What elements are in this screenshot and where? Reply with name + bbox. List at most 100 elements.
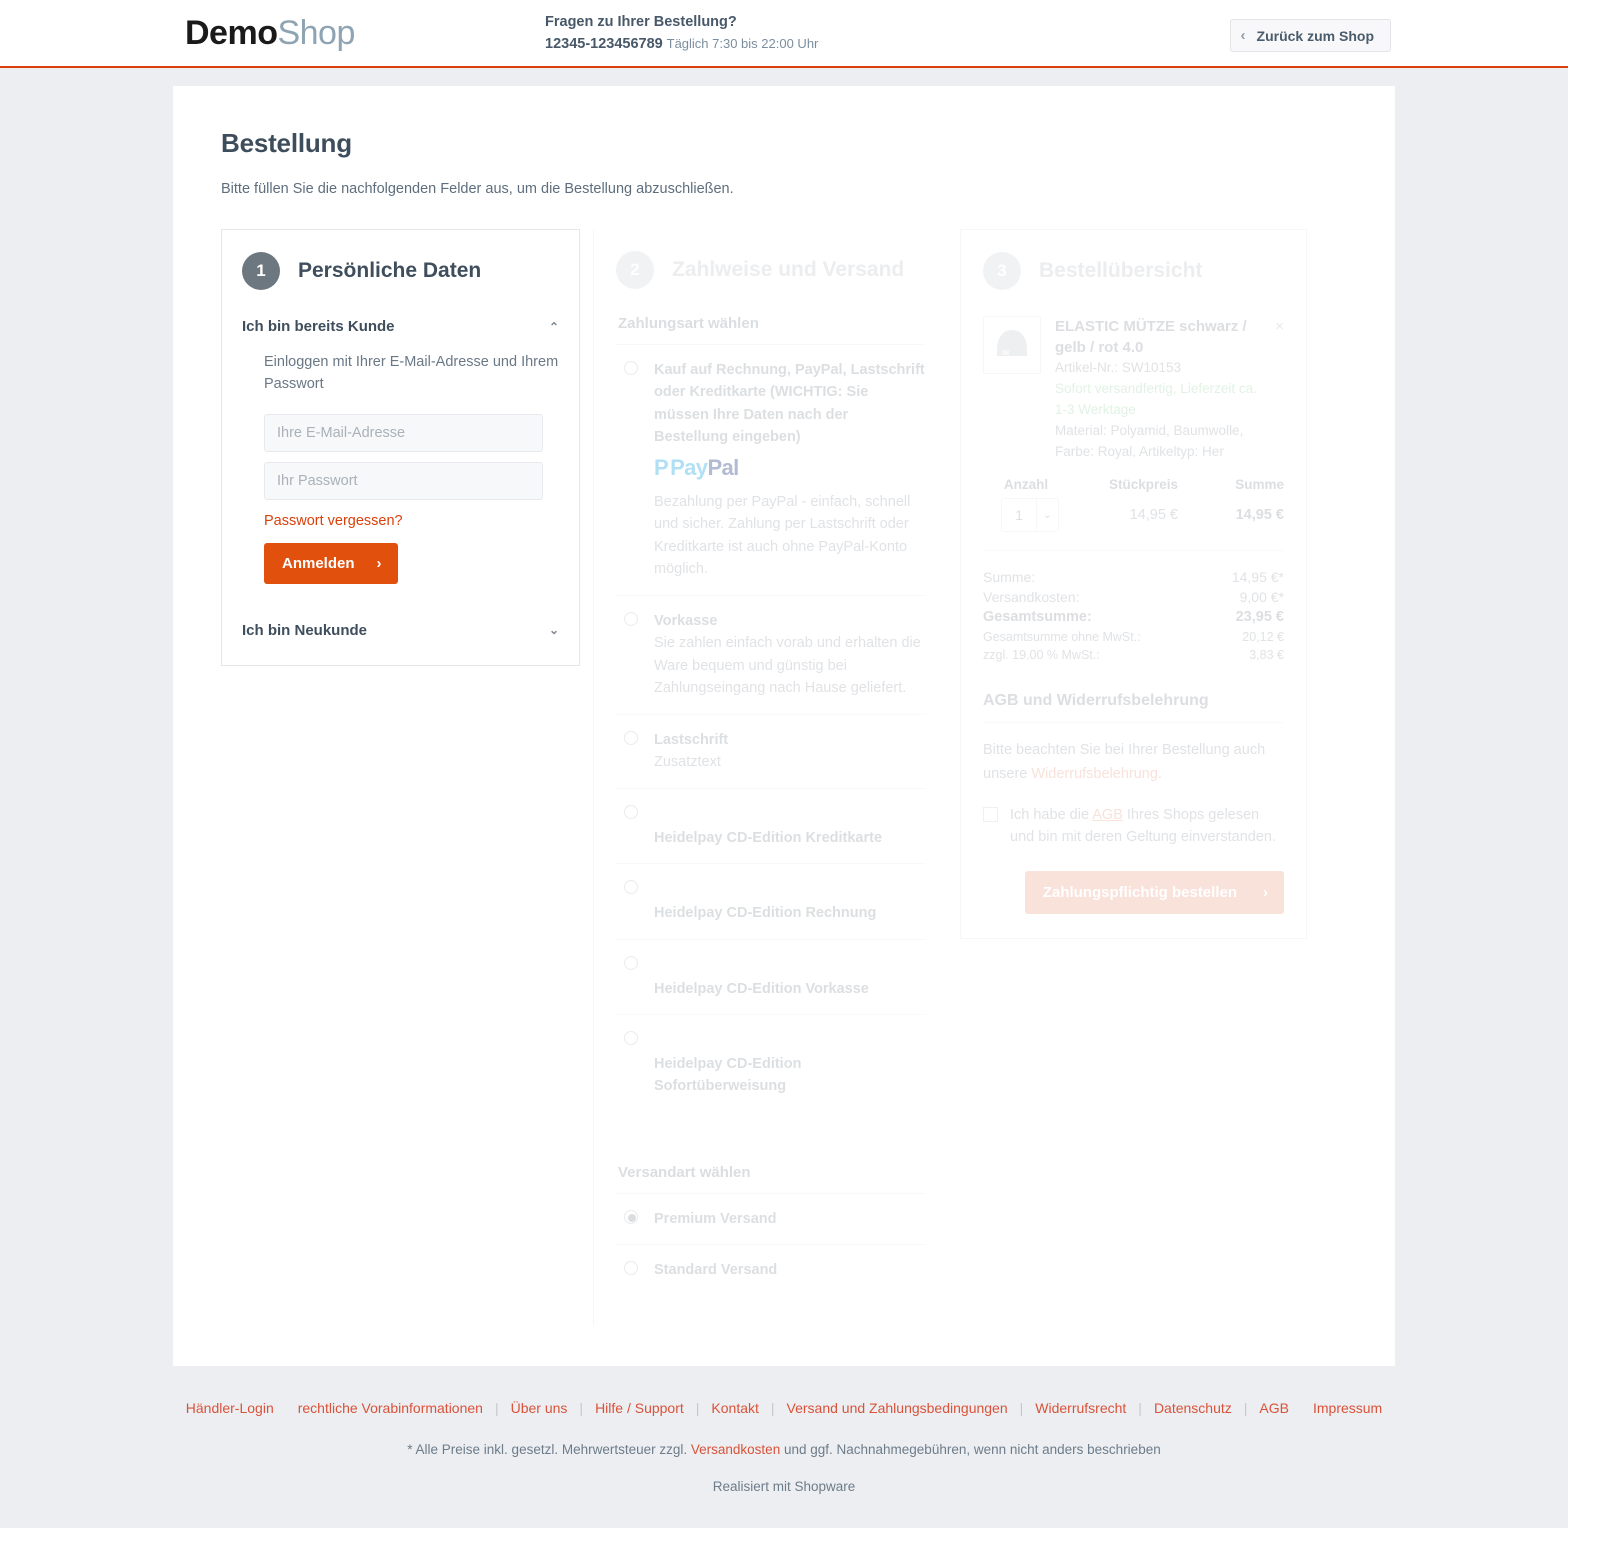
agb-text-after: . [1157, 765, 1162, 782]
site-logo[interactable]: DemoShop [185, 12, 355, 54]
footer-link[interactable]: Über uns [499, 1400, 580, 1416]
step2-number: 2 [616, 251, 654, 289]
payment-method-option[interactable]: Heidelpay CD-Edition Rechnung [616, 864, 926, 940]
payment-method-body: Lastschrift Zusatztext [654, 729, 728, 774]
payment-method-description: Bezahlung per PayPal - einfach, schnell … [654, 493, 911, 578]
payment-method-option[interactable]: Heidelpay CD-Edition Kreditkarte [616, 789, 926, 865]
payment-method-list: Kauf auf Rechnung, PayPal, Lastschrift o… [616, 345, 926, 1112]
header-contact: Fragen zu Ihrer Bestellung? 12345-123456… [545, 12, 818, 55]
total-value: 14,95 €* [1231, 568, 1284, 585]
agb-checkbox[interactable] [983, 806, 998, 822]
footer-link[interactable]: AGB [1247, 1400, 1301, 1416]
password-field[interactable] [264, 461, 543, 500]
content-background: Bestellung Bitte füllen Sie die nachfolg… [0, 68, 1568, 1366]
payment-method-option[interactable]: Heidelpay CD-Edition Sofortüberweisung [616, 1015, 926, 1112]
payment-method-label: Heidelpay CD-Edition Sofortüberweisung [654, 1055, 802, 1095]
product-name[interactable]: ELASTIC MÜTZE schwarz / gelb / rot 4.0 [1055, 316, 1266, 358]
radio-icon[interactable] [624, 804, 638, 819]
agb-checkbox-row[interactable]: Ich habe die AGB Ihres Shops gelesen und… [983, 804, 1284, 849]
radio-icon[interactable] [624, 1261, 638, 1276]
footer-link[interactable]: Kontakt [699, 1400, 770, 1416]
footer-link[interactable]: Widerrufsrecht [1023, 1400, 1138, 1416]
agb-text: Bitte beachten Sie bei Ihrer Bestellung … [983, 739, 1284, 785]
beanie-icon [997, 330, 1027, 356]
step2-header: 2 Zahlweise und Versand [616, 251, 926, 289]
shipping-method-list: Premium Versand Standard Versand [616, 1194, 926, 1296]
paypal-logo-pal: Pal [707, 454, 739, 480]
shipping-method-option[interactable]: Standard Versand [616, 1245, 926, 1295]
cell-sum: 14,95 € [1235, 506, 1284, 523]
basket-table-header: Anzahl Stückpreis Summe [983, 477, 1284, 492]
accordion-new-customer[interactable]: Ich bin Neukunde ⌄ [242, 584, 559, 639]
accordion-existing-customer[interactable]: Ich bin bereits Kunde ⌃ [242, 316, 559, 351]
login-button[interactable]: Anmelden › [264, 542, 398, 584]
checkout-panel: Bestellung Bitte füllen Sie die nachfolg… [173, 86, 1395, 1366]
step1-title: Persönliche Daten [298, 259, 482, 282]
login-button-label: Anmelden [282, 554, 355, 572]
payment-method-body: Heidelpay CD-Edition Rechnung [654, 878, 876, 924]
quantity-select[interactable]: 1 ⌄ [1001, 497, 1059, 532]
payment-method-option[interactable]: Lastschrift Zusatztext [616, 715, 926, 789]
radio-icon[interactable] [624, 955, 638, 970]
product-attributes: Material: Polyamid, Baumwolle, Farbe: Ro… [1055, 422, 1244, 459]
radio-icon[interactable] [624, 1030, 638, 1045]
place-order-button[interactable]: Zahlungspflichtig bestellen › [1024, 870, 1284, 914]
radio-icon[interactable] [624, 880, 638, 895]
site-header: DemoShop Fragen zu Ihrer Bestellung? 123… [0, 0, 1568, 68]
radio-icon[interactable] [624, 361, 638, 375]
shipping-method-label: Standard Versand [654, 1262, 778, 1279]
back-to-shop-button[interactable]: ‹ Zurück zum Shop [1229, 19, 1391, 52]
agb-link[interactable]: AGB [1092, 807, 1123, 823]
order-button-wrap: Zahlungspflichtig bestellen › [983, 870, 1284, 914]
product-thumbnail[interactable] [983, 316, 1041, 374]
personal-data-card: 1 Persönliche Daten Ich bin bereits Kund… [221, 229, 580, 666]
footer-realized-by: Realisiert mit Shopware [712, 1478, 856, 1494]
page-title: Bestellung [221, 128, 352, 158]
total-label: Gesamtsumme ohne MwSt.: [983, 630, 1141, 645]
widerrufsbelehrung-link[interactable]: Widerrufsbelehrung [1031, 766, 1158, 782]
footer-link[interactable]: Impressum [1301, 1400, 1394, 1416]
order-totals: Summe: 14,95 €* Versandkosten: 9,00 €* Gesam… [983, 549, 1284, 665]
footer-link[interactable]: rechtliche Vorabinformationen [286, 1400, 495, 1416]
total-label: Versandkosten: [983, 588, 1080, 605]
payment-method-label: Kauf auf Rechnung, PayPal, Lastschrift o… [654, 362, 925, 446]
payment-method-option[interactable]: Heidelpay CD-Edition Vorkasse [616, 940, 926, 1015]
chevron-down-icon: ⌄ [548, 623, 559, 638]
forgot-password-link[interactable]: Passwort vergessen? [264, 513, 403, 529]
footer-link[interactable]: Händler-Login [174, 1400, 286, 1416]
payment-method-option[interactable]: Vorkasse Sie zahlen einfach vorab und erh… [616, 596, 926, 715]
back-to-shop-label: Zurück zum Shop [1256, 27, 1374, 44]
chevron-right-icon: › [376, 554, 382, 572]
radio-icon[interactable] [624, 611, 638, 626]
total-label: zzgl. 19.00 % MwSt.: [983, 648, 1100, 663]
footer-link[interactable]: Versand und Zahlungsbedingungen [775, 1400, 1020, 1416]
accordion-existing-customer-label: Ich bin bereits Kunde [242, 318, 395, 335]
logo-shop-text: Shop [277, 14, 355, 52]
email-field[interactable] [264, 413, 543, 452]
logo-demo-text: Demo [185, 14, 278, 52]
login-form: Einloggen mit Ihrer E-Mail-Adresse und I… [242, 351, 559, 584]
shipping-method-option[interactable]: Premium Versand [616, 1194, 926, 1246]
contact-question: Fragen zu Ihrer Bestellung? [545, 14, 737, 30]
order-summary-card: 3 Bestellübersicht ELASTIC MÜTZE schwarz… [960, 229, 1307, 939]
header-quantity: Anzahl [1003, 476, 1049, 492]
footer-link[interactable]: Hilfe / Support [583, 1400, 696, 1416]
step3-title: Bestellübersicht [1039, 259, 1203, 282]
total-value: 20,12 € [1242, 630, 1284, 645]
payment-shipping-card: 2 Zahlweise und Versand Zahlungsart wähl… [593, 229, 948, 1326]
shipping-costs-link[interactable]: Versandkosten [691, 1442, 780, 1457]
radio-icon[interactable] [624, 1209, 638, 1224]
step3-header: 3 Bestellübersicht [983, 252, 1284, 290]
column-payment-shipping: 2 Zahlweise und Versand Zahlungsart wähl… [593, 229, 948, 1326]
payment-method-option[interactable]: Kauf auf Rechnung, PayPal, Lastschrift o… [616, 345, 926, 596]
cell-unit-price: 14,95 € [1129, 506, 1178, 523]
remove-item-icon[interactable]: × [1275, 318, 1284, 335]
payment-method-body: Kauf auf Rechnung, PayPal, Lastschrift o… [654, 359, 926, 581]
step2-title: Zahlweise und Versand [672, 258, 905, 281]
step1-header: 1 Persönliche Daten [242, 252, 559, 290]
agb-label-before: Ich habe die [1010, 806, 1093, 823]
payment-method-description: Zusatztext [654, 754, 721, 771]
footer-link[interactable]: Datenschutz [1142, 1400, 1244, 1416]
radio-icon[interactable] [624, 730, 638, 745]
total-row: zzgl. 19.00 % MwSt.: 3,83 € [983, 646, 1284, 664]
